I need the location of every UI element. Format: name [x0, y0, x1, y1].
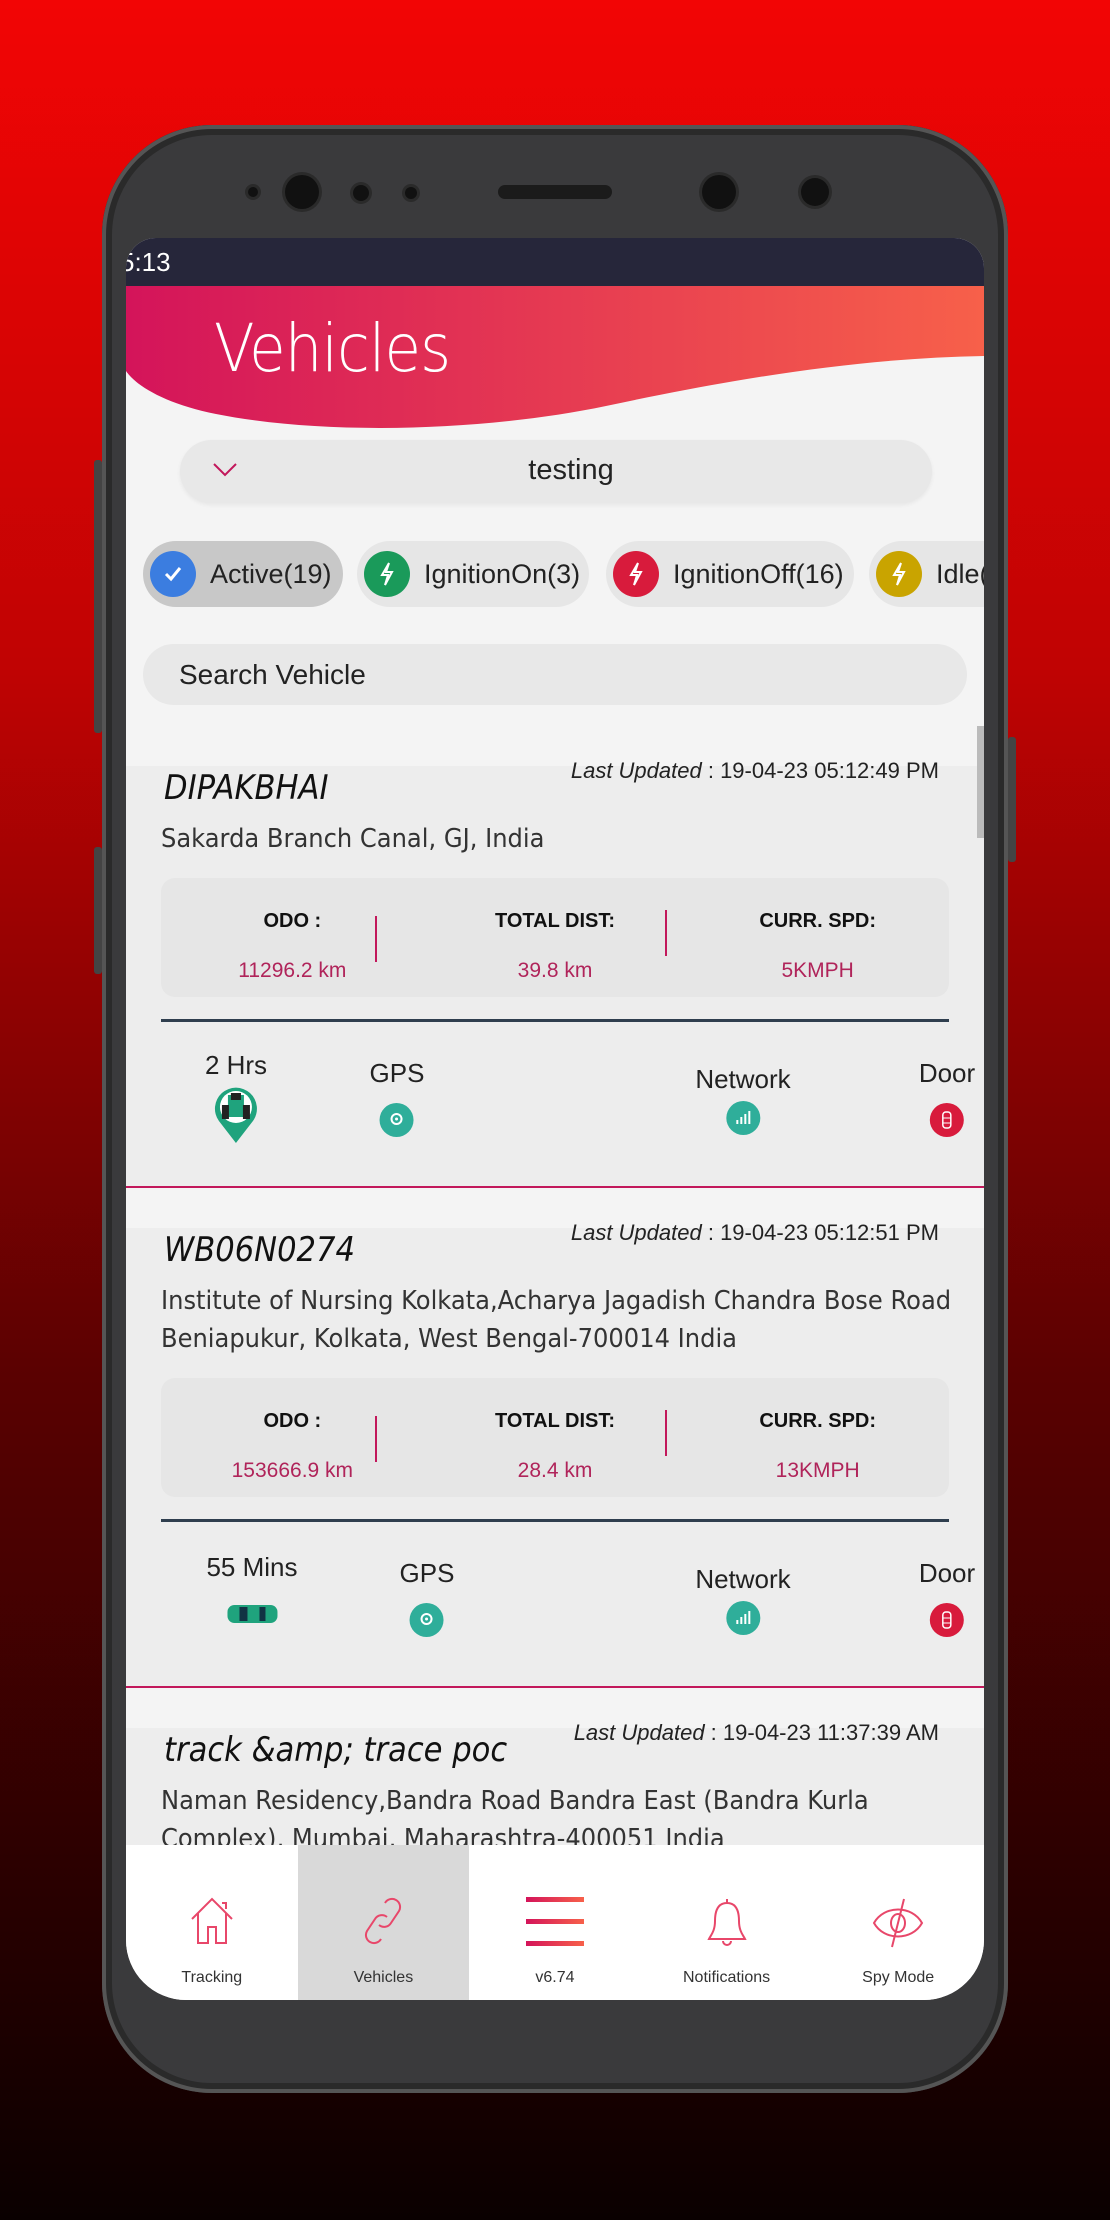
divider	[375, 916, 377, 962]
filter-label: Idle(	[936, 558, 984, 589]
vehicle-list: DIPAKBHAI Last Updated : 19-04-23 05:12:…	[126, 726, 984, 1846]
divider	[665, 1410, 667, 1456]
link-icon	[365, 1897, 402, 1945]
speaker-grille	[498, 185, 612, 199]
filter-label: IgnitionOff(16)	[673, 558, 844, 589]
odo-value: 11296.2 km	[238, 959, 347, 982]
home-icon	[191, 1897, 233, 1944]
signal-icon	[725, 1601, 760, 1635]
last-updated: Last Updated : 19-04-23 05:12:51 PM	[570, 1220, 939, 1245]
bolt-icon	[613, 551, 659, 597]
total-dist-value: 28.4 km	[517, 1459, 593, 1482]
filter-label: IgnitionOn(3)	[424, 558, 581, 589]
vehicle-card[interactable]: track &amp; trace poc Last Updated : 19-…	[126, 1720, 984, 1846]
last-updated: Last Updated : 19-04-23 05:12:49 PM	[570, 758, 939, 783]
gps-status: GPS	[370, 1058, 424, 1137]
filter-label: Active(19)	[210, 558, 332, 589]
bolt-icon	[876, 551, 922, 597]
vehicle-address: Institute of Nursing Kolkata,Acharya Jag…	[161, 1286, 952, 1354]
odo-label: ODO :	[263, 1410, 322, 1432]
car-door-icon	[929, 1103, 964, 1137]
sensor-dot	[801, 178, 829, 206]
check-icon	[150, 551, 196, 597]
status-bar: 5:13	[126, 238, 984, 286]
filter-ignition-on[interactable]: IgnitionOn(3)	[357, 541, 589, 607]
page-title: Vehicles	[214, 310, 451, 387]
curr-spd-value: 5KMPH	[781, 959, 854, 982]
vehicle-card[interactable]: DIPAKBHAI Last Updated : 19-04-23 05:12:…	[126, 758, 984, 1188]
bottom-nav: Tracking Vehicles v6.74 Notifications Sp…	[126, 1845, 984, 2000]
sensor-dot	[248, 187, 258, 197]
divider	[375, 1416, 377, 1462]
curr-spd-label: CURR. SPD:	[759, 1410, 877, 1432]
nav-spy-mode[interactable]: Spy Mode	[812, 1845, 984, 2000]
volume-button	[94, 460, 102, 733]
total-dist-value: 39.8 km	[517, 959, 593, 982]
nav-notifications[interactable]: Notifications	[641, 1845, 813, 2000]
front-camera	[285, 175, 319, 209]
vehicle-name: DIPAKBHAI	[164, 768, 329, 808]
gps-icon	[379, 1103, 414, 1137]
odo-label: ODO :	[263, 910, 322, 932]
search-input[interactable]: Search Vehicle	[143, 644, 967, 705]
sensor-dot	[353, 185, 369, 201]
total-dist-label: TOTAL DIST:	[495, 910, 615, 932]
network-status: Network	[695, 1564, 791, 1635]
filter-active[interactable]: Active(19)	[143, 541, 343, 607]
gps-status: GPS	[400, 1558, 454, 1637]
signal-icon	[725, 1101, 760, 1135]
car-icon	[226, 1605, 277, 1623]
nav-vehicles[interactable]: Vehicles	[297, 1845, 470, 2000]
filter-ignition-off[interactable]: IgnitionOff(16)	[606, 541, 854, 607]
divider	[665, 910, 667, 956]
group-select[interactable]: testing	[180, 440, 932, 503]
door-status: Door	[919, 1558, 975, 1637]
duration: 55 Mins	[206, 1552, 298, 1634]
door-status: Door	[919, 1058, 975, 1137]
tractor-marker-icon	[215, 1087, 257, 1143]
vehicle-card[interactable]: WB06N0274 Last Updated : 19-04-23 05:12:…	[126, 1220, 984, 1688]
car-door-icon	[929, 1603, 964, 1637]
gps-icon	[409, 1603, 444, 1637]
scrollbar[interactable]	[977, 726, 984, 838]
eye-icon	[873, 1898, 924, 1948]
total-dist-label: TOTAL DIST:	[495, 1410, 615, 1432]
vehicle-name: track &amp; trace poc	[164, 1730, 508, 1770]
curr-spd-label: CURR. SPD:	[759, 910, 877, 932]
last-updated: Last Updated : 19-04-23 11:37:39 AM	[573, 1720, 939, 1745]
stats-box: ODO : 11296.2 km TOTAL DIST: 39.8 km CURR.…	[161, 878, 949, 997]
vehicle-address: Sakarda Branch Canal, GJ, India	[161, 824, 545, 854]
side-button	[94, 847, 102, 974]
nav-tracking[interactable]: Tracking	[126, 1845, 298, 2000]
nav-menu[interactable]: v6.74	[469, 1845, 641, 2000]
group-select-value: testing	[528, 454, 614, 486]
app-screen: 5:13 Vehicles testing Active(19) Ignitio…	[126, 238, 984, 2000]
vehicle-address: Naman Residency,Bandra Road Bandra East …	[161, 1786, 869, 1846]
bell-icon	[706, 1899, 747, 1946]
vehicle-name: WB06N0274	[164, 1230, 355, 1270]
sensor-dot	[405, 187, 417, 199]
filter-idle[interactable]: Idle(	[869, 541, 984, 607]
curr-spd-value: 13KMPH	[775, 1459, 860, 1482]
bolt-icon	[364, 551, 410, 597]
status-filters: Active(19) IgnitionOn(3) IgnitionOff(16)…	[143, 541, 984, 607]
network-status: Network	[695, 1064, 791, 1135]
power-button	[1008, 737, 1016, 862]
front-camera-2	[702, 175, 736, 209]
stats-box: ODO : 153666.9 km TOTAL DIST: 28.4 km CURR…	[161, 1378, 949, 1497]
duration: 2 Hrs	[205, 1050, 267, 1152]
status-time: 5:13	[126, 247, 171, 277]
menu-icon	[525, 1897, 584, 1946]
odo-value: 153666.9 km	[231, 1459, 354, 1482]
